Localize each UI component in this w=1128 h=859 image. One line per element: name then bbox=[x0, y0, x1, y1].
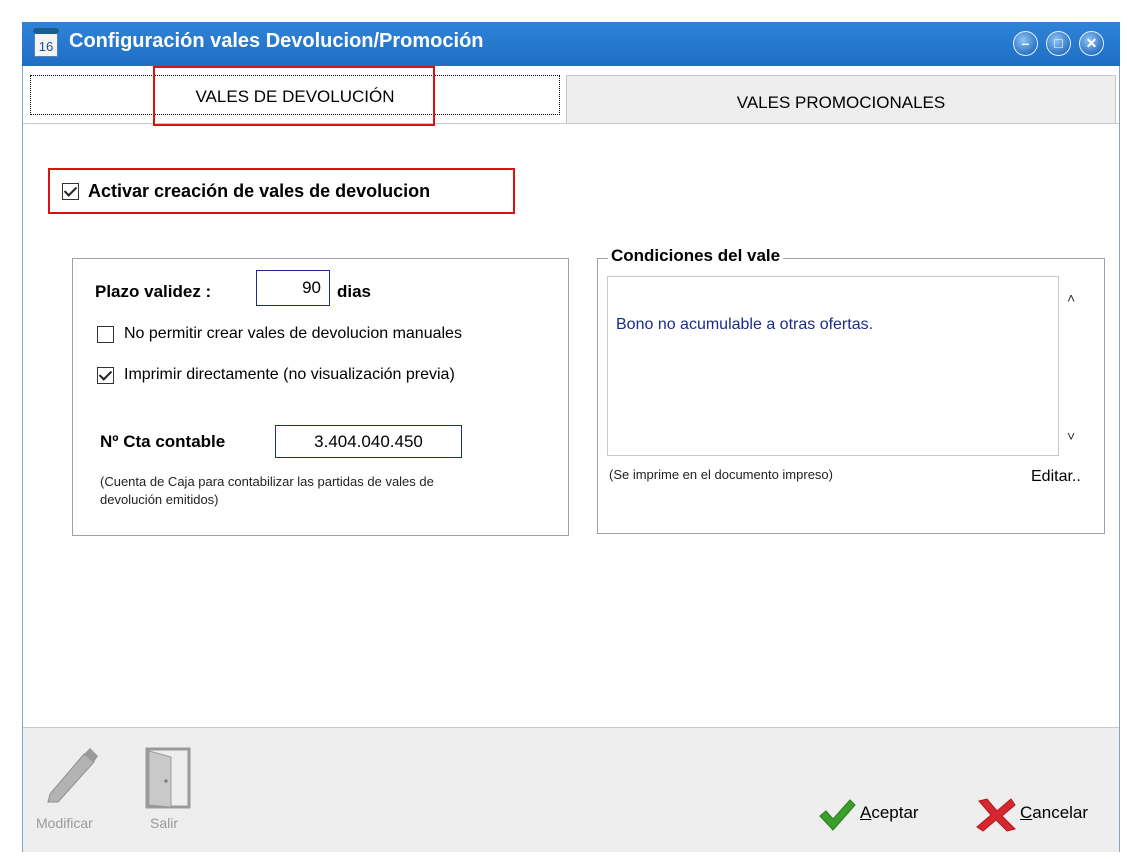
door-icon bbox=[145, 747, 191, 809]
exit-label: Salir bbox=[150, 815, 179, 831]
accept-label: Aceptar bbox=[860, 803, 919, 822]
no-manual-vales-checkbox[interactable] bbox=[97, 326, 114, 343]
scroll-down-icon[interactable]: ˅ bbox=[1067, 428, 1075, 444]
conditions-text: Bono no acumulable a otras ofertas. bbox=[616, 316, 874, 333]
calendar-app-icon: 16 bbox=[33, 28, 59, 57]
account-label: Nº Cta contable bbox=[100, 432, 226, 451]
highlight-box-tab bbox=[153, 66, 435, 126]
pencil-icon bbox=[47, 748, 98, 803]
validity-label: Plazo validez : bbox=[95, 282, 212, 301]
validity-unit-label: dias bbox=[337, 282, 372, 301]
cancel-label: Cancelar bbox=[1020, 803, 1089, 822]
modify-button[interactable] bbox=[38, 744, 100, 806]
account-note-line1: (Cuenta de Caja para contabilizar las pa… bbox=[100, 474, 434, 489]
print-directly-label: Imprimir directamente (no visualización … bbox=[124, 366, 455, 383]
exit-button[interactable] bbox=[143, 745, 193, 809]
conditions-textarea[interactable] bbox=[607, 276, 1059, 456]
close-button[interactable]: ✕ bbox=[1079, 31, 1104, 56]
activate-vales-checkbox[interactable] bbox=[62, 183, 79, 200]
conditions-legend: Condiciones del vale bbox=[608, 246, 784, 266]
checkmark-icon bbox=[819, 799, 856, 831]
red-x-icon bbox=[976, 798, 1016, 832]
modify-label: Modificar bbox=[36, 815, 93, 831]
window-title: Configuración vales Devolucion/Promoción bbox=[69, 30, 484, 52]
scroll-up-icon[interactable]: ˄ bbox=[1067, 290, 1075, 306]
account-note-line2: devolución emitidos) bbox=[100, 492, 219, 507]
print-directly-checkbox[interactable] bbox=[97, 367, 114, 384]
maximize-button[interactable]: □ bbox=[1046, 31, 1071, 56]
conditions-note: (Se imprime en el documento impreso) bbox=[609, 467, 833, 482]
no-manual-vales-label: No permitir crear vales de devolucion ma… bbox=[124, 325, 462, 342]
account-input[interactable]: 3.404.040.450 bbox=[275, 425, 462, 458]
minimize-button[interactable]: – bbox=[1013, 31, 1038, 56]
validity-days-input[interactable]: 90 bbox=[256, 270, 330, 306]
edit-conditions-link[interactable]: Editar.. bbox=[1031, 468, 1081, 486]
activate-vales-label: Activar creación de vales de devolucion bbox=[88, 181, 431, 201]
tab-vales-promocionales-label: VALES PROMOCIONALES bbox=[736, 93, 946, 112]
